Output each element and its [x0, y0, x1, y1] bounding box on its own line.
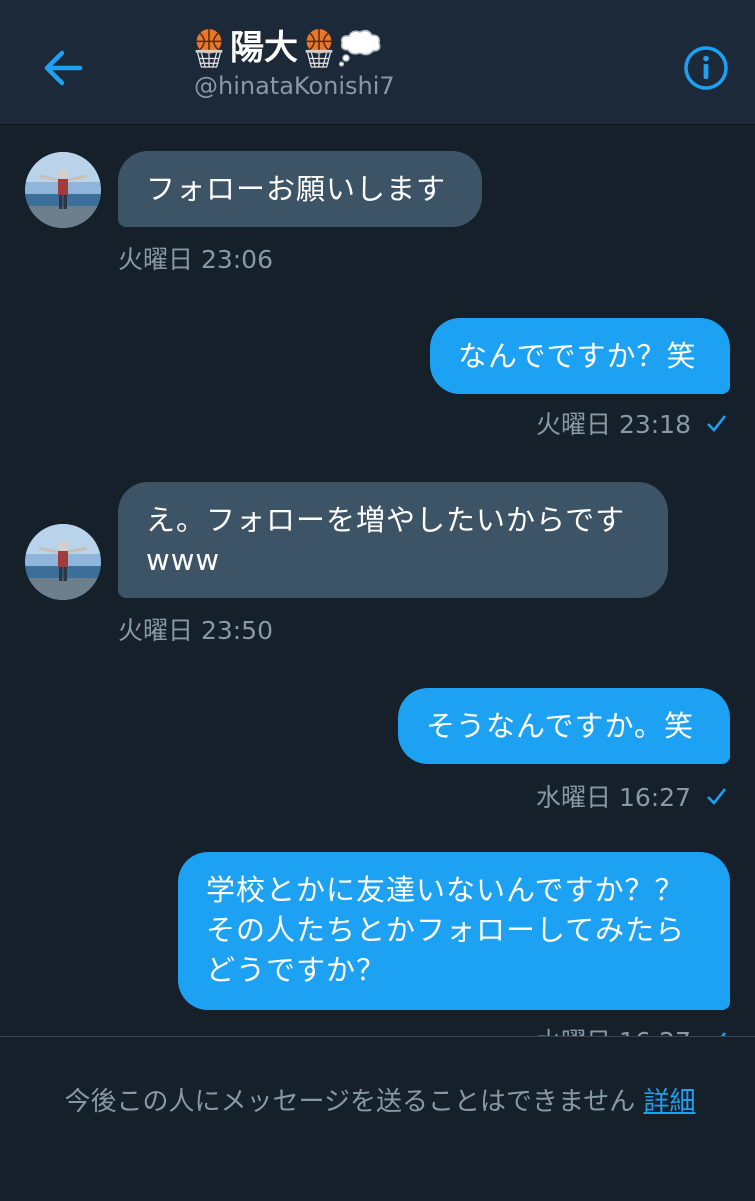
message-text: 学校とかに友達いないんですか？？その人たちとかフォローしてみたらどうですか？ [206, 873, 686, 987]
outgoing-message-bubble[interactable]: なんでですか？笑 [430, 318, 730, 394]
message-timestamp-row: 水曜日 16:27 [536, 778, 727, 814]
notice-text: 今後この人にメッセージを送ることはできません [64, 1087, 636, 1117]
message-text: え。フォローを増やしたいからですwww [146, 503, 626, 577]
avatar[interactable] [25, 524, 101, 600]
dm-disabled-notice: 今後この人にメッセージを送ることはできません 詳細 [30, 1081, 730, 1123]
message-timestamp-row: 火曜日 23:18 [536, 405, 727, 441]
conversation-title[interactable]: 陽大 @hinataKonishi7 [190, 26, 450, 100]
dm-disabled-footer: 今後この人にメッセージを送ることはできません 詳細 [0, 1036, 755, 1201]
message-timestamp: 火曜日 23:18 [536, 410, 691, 439]
back-button[interactable] [36, 40, 92, 96]
message-timestamp-row: 水曜日 16:27 [536, 1022, 727, 1036]
outgoing-message-bubble[interactable]: 学校とかに友達いないんですか？？その人たちとかフォローしてみたらどうですか？ [178, 852, 730, 1010]
message-timestamp: 火曜日 23:06 [118, 245, 273, 274]
incoming-message-bubble[interactable]: え。フォローを増やしたいからですwww [118, 482, 668, 598]
checkmark-icon [707, 788, 727, 805]
message-text: フォローお願いします [146, 172, 447, 206]
basketball-hoop-icon [190, 27, 228, 69]
basketball-hoop-icon [300, 27, 338, 69]
contact-handle: @hinataKonishi7 [194, 72, 395, 100]
back-arrow-icon [44, 50, 83, 86]
info-icon [684, 46, 728, 90]
message-thread[interactable]: フォローお願いします 火曜日 23:06 なんでですか？笑 火曜日 23:18 … [0, 124, 755, 1036]
outgoing-message-bubble[interactable]: そうなんですか。笑 [398, 688, 730, 764]
conversation-header: 陽大 @hinataKonishi7 [0, 0, 755, 125]
details-link[interactable]: 詳細 [643, 1087, 695, 1117]
checkmark-icon [720, 1032, 727, 1036]
message-text: そうなんですか。笑 [426, 709, 694, 743]
message-timestamp: 火曜日 23:50 [118, 616, 273, 645]
avatar[interactable] [25, 152, 101, 228]
contact-name: 陽大 [230, 28, 298, 68]
message-timestamp: 水曜日 16:27 [536, 1022, 691, 1036]
thought-bubble-icon [338, 29, 381, 67]
incoming-message-bubble[interactable]: フォローお願いします [118, 151, 482, 227]
message-timestamp: 水曜日 16:27 [536, 783, 691, 812]
message-text: なんでですか？笑 [458, 339, 697, 373]
checkmark-icon [707, 415, 727, 432]
info-button[interactable] [676, 38, 736, 98]
